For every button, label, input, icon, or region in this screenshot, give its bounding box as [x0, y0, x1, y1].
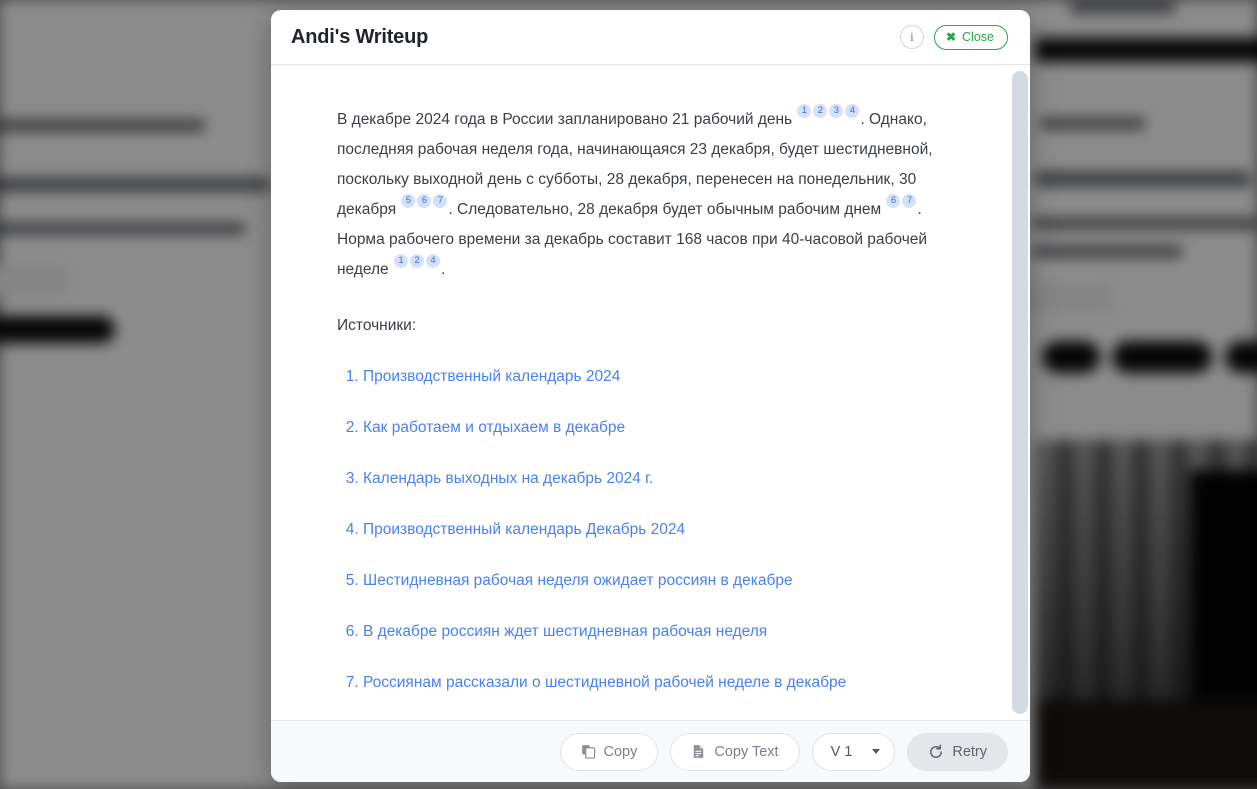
chevron-down-icon: [872, 749, 881, 754]
citation-badge[interactable]: 1: [797, 103, 812, 118]
info-icon-button[interactable]: i: [899, 25, 924, 49]
retry-button-label: Retry: [952, 743, 987, 760]
list-item: Календарь выходных на декабрь 2024 г.: [363, 469, 970, 489]
citation-badge[interactable]: 1: [393, 253, 408, 268]
source-link[interactable]: Шестидневная рабочая неделя ожидает росс…: [363, 572, 793, 589]
citation-group-2: 567: [400, 193, 448, 218]
info-icon: i: [910, 29, 914, 44]
version-dropdown-label: V 1: [830, 743, 853, 760]
citation-badge[interactable]: 7: [433, 193, 448, 208]
citation-badge[interactable]: 4: [425, 253, 440, 268]
citation-badge[interactable]: 2: [409, 253, 424, 268]
citation-badge[interactable]: 6: [417, 193, 432, 208]
modal-header: Andi's Writeup i ✖ Close: [271, 10, 1030, 65]
modal-header-actions: i ✖ Close: [899, 24, 1008, 50]
copy-button[interactable]: Copy: [559, 732, 659, 771]
list-item: Производственный календарь 2024: [363, 367, 970, 387]
source-link[interactable]: Производственный календарь Декабрь 2024: [363, 521, 685, 538]
source-link[interactable]: Календарь выходных на декабрь 2024 г.: [363, 470, 653, 487]
citation-badge[interactable]: 4: [845, 103, 860, 118]
close-x-icon: ✖: [945, 30, 957, 44]
copy-text-button-label: Copy Text: [714, 743, 779, 760]
modal-body: В декабре 2024 года в России запланирова…: [271, 65, 1030, 720]
writeup-paragraph: В декабре 2024 года в России запланирова…: [337, 103, 945, 285]
document-icon: [691, 744, 706, 759]
source-link[interactable]: Россиянам рассказали о шестидневной рабо…: [363, 674, 846, 691]
source-link[interactable]: В декабре россиян ждет шестидневная рабо…: [363, 623, 767, 640]
citation-group-4: 124: [393, 253, 441, 278]
copy-icon: [581, 744, 596, 759]
close-button-label: Close: [962, 30, 994, 44]
scrollbar-track[interactable]: [1012, 68, 1029, 717]
writeup-modal: Andi's Writeup i ✖ Close В декабре 2024 …: [271, 10, 1030, 782]
scrollbar-thumb[interactable]: [1012, 71, 1028, 714]
modal-title: Andi's Writeup: [291, 25, 429, 48]
source-link[interactable]: Как работаем и отдыхаем в декабре: [363, 419, 625, 436]
copy-text-button[interactable]: Copy Text: [670, 732, 800, 771]
citation-badge[interactable]: 5: [401, 193, 416, 208]
list-item: В декабре россиян ждет шестидневная рабо…: [363, 622, 970, 642]
sources-heading: Источники:: [337, 317, 417, 334]
refresh-icon: [928, 744, 944, 760]
paragraph-text-c: . Следовательно, 28 декабря будет обычны…: [448, 201, 886, 218]
paragraph-text-a: В декабре 2024 года в России запланирова…: [337, 111, 797, 128]
list-item: Россиянам рассказали о шестидневной рабо…: [363, 673, 970, 693]
citation-group-1: 1234: [796, 103, 860, 128]
paragraph-text-e: .: [440, 261, 446, 278]
sources-list: Производственный календарь 2024 Как рабо…: [337, 367, 970, 693]
retry-button[interactable]: Retry: [907, 732, 1008, 771]
source-link[interactable]: Производственный календарь 2024: [363, 368, 620, 385]
list-item: Шестидневная рабочая неделя ожидает росс…: [363, 571, 970, 591]
citation-badge[interactable]: 3: [829, 103, 844, 118]
close-button[interactable]: ✖ Close: [933, 24, 1008, 50]
citation-badge[interactable]: 7: [902, 193, 917, 208]
list-item: Производственный календарь Декабрь 2024: [363, 520, 970, 540]
copy-button-label: Copy: [603, 743, 638, 760]
modal-footer: Copy Copy Text V 1 Retry: [271, 720, 1030, 782]
citation-badge[interactable]: 2: [813, 103, 828, 118]
citation-group-3: 67: [885, 193, 917, 218]
citation-badge[interactable]: 6: [886, 193, 901, 208]
list-item: Как работаем и отдыхаем в декабре: [363, 418, 970, 438]
version-dropdown[interactable]: V 1: [811, 732, 896, 771]
